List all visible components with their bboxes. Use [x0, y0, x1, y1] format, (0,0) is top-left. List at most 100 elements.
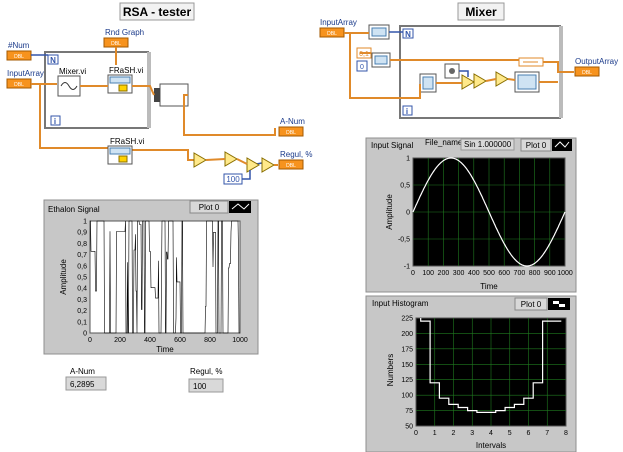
input-histogram-x-tick-label: 8: [564, 430, 568, 437]
wires-orange: [31, 47, 276, 161]
input-histogram-x-tick-label: 0: [414, 430, 418, 437]
output-array-label: OutputArray: [575, 57, 618, 66]
mixer-add-node[interactable]: [473, 73, 487, 89]
svg-text:100: 100: [226, 175, 240, 184]
ethalon-y-tick-label: 1: [83, 219, 87, 226]
ethalon-y-tick-label: 0,6: [77, 263, 87, 270]
svg-text:Plot 0: Plot 0: [526, 141, 547, 150]
input-signal-y-tick-label: 0: [406, 210, 410, 217]
subtract-node[interactable]: [193, 152, 207, 168]
mixer-vi-label: Mixer.vi: [59, 67, 86, 76]
input-signal-y-tick-label: 1: [406, 156, 410, 163]
ethalon-y-tick-label: 0,8: [77, 241, 87, 248]
input-histogram-y-tick-label: 175: [401, 346, 413, 353]
ethalon-title: Ethalon Signal: [48, 205, 100, 214]
ethalon-x-tick-label: 1000: [232, 337, 248, 344]
svg-text:N: N: [405, 30, 411, 39]
rsa-tester-diagram: RSA - tester #Num DBL InputArray DBL Rnd…: [6, 2, 312, 185]
round-node[interactable]: [261, 157, 275, 173]
ethalon-xlabel: Time: [156, 345, 174, 354]
ethalon-y-tick-label: 0: [83, 331, 87, 338]
input-histogram-y-tick-label: 100: [401, 393, 413, 400]
svg-text:DBL: DBL: [14, 54, 24, 60]
labview-canvas: RSA - tester #Num DBL InputArray DBL Rnd…: [6, 2, 618, 452]
input-signal-x-tick-label: 500: [483, 270, 495, 277]
num-label: #Num: [8, 41, 30, 50]
ethalon-signal-graph[interactable]: Ethalon Signal Plot 0 1 0,9 0,8 0,7 0,6 0,5 0,…: [43, 199, 259, 355]
input-histogram-y-tick-label: 75: [405, 408, 413, 415]
input-signal-x-tick-label: 800: [529, 270, 541, 277]
ethalon-y-tick-label: 0,4: [77, 286, 87, 293]
input-signal-x-tick-label: 600: [498, 270, 510, 277]
mixer-title: Mixer: [465, 5, 497, 19]
regul-diagram-label: Regul, %: [280, 150, 312, 159]
ethalon-x-tick-label: 400: [144, 337, 156, 344]
a-num-diagram-label: A-Num: [280, 117, 305, 126]
svg-text:i: i: [54, 117, 56, 126]
frash-vi-label: FRaSH.vi: [109, 66, 143, 75]
ethalon-y-tick-label: 0,7: [77, 252, 87, 259]
frash-vi-2-label: FRaSH.vi: [110, 137, 144, 146]
input-signal-x-tick-label: 1000: [557, 270, 573, 277]
svg-text:Plot 0: Plot 0: [521, 300, 542, 309]
mixer-compare-node[interactable]: [495, 71, 509, 87]
rnd-graph-label: Rnd Graph: [105, 28, 144, 37]
ethalon-y-tick-label: 0,2: [77, 308, 87, 315]
ethalon-ylabel: Amplitude: [59, 259, 68, 295]
svg-text:DBL: DBL: [286, 163, 296, 169]
input-signal-x-tick-label: 400: [468, 270, 480, 277]
input-histogram-y-tick-label: 125: [401, 377, 413, 384]
svg-text:DBL: DBL: [111, 41, 121, 47]
input-signal-ylabel: Amplitude: [385, 194, 394, 230]
multiply-node[interactable]: [246, 157, 260, 173]
svg-text:0: 0: [360, 64, 364, 71]
mixer-input-array-label: InputArray: [320, 18, 357, 27]
input-array-label: InputArray: [7, 69, 44, 78]
input-signal-y-tick-label: 0,5: [400, 183, 410, 190]
mixer-multiply-node[interactable]: [461, 74, 475, 90]
svg-text:Plot 0: Plot 0: [199, 203, 220, 212]
regul-value: 100: [193, 382, 207, 391]
input-signal-x-tick-label: 300: [453, 270, 465, 277]
input-signal-x-tick-label: 700: [514, 270, 526, 277]
ethalon-x-tick-label: 600: [174, 337, 186, 344]
input-histogram-x-tick-label: 2: [452, 430, 456, 437]
input-histogram-graph[interactable]: Input Histogram Plot 0 22520017515012510…: [365, 295, 577, 452]
input-histogram-y-tick-label: 200: [401, 331, 413, 338]
input-signal-legend-swatch[interactable]: [552, 139, 572, 151]
regul-label: Regul, %: [190, 367, 222, 376]
ethalon-y-tick-label: 0,3: [77, 297, 87, 304]
input-histogram-x-tick-label: 5: [508, 430, 512, 437]
svg-text:N: N: [50, 56, 56, 65]
input-histogram-y-tick-label: 50: [405, 424, 413, 431]
input-signal-graph[interactable]: Input Signal File_name Sin 1.000000 Plot…: [365, 137, 577, 293]
input-histogram-y-tick-label: 225: [401, 316, 413, 323]
input-histogram-x-tick-label: 6: [527, 430, 531, 437]
for-loop-edge: [147, 52, 151, 128]
input-histogram-x-tick-label: 1: [433, 430, 437, 437]
ethalon-y-tick-label: 0,1: [77, 319, 87, 326]
input-signal-x-tick-label: 0: [411, 270, 415, 277]
input-signal-x-tick-label: 100: [422, 270, 434, 277]
input-signal-y-tick-label: -1: [404, 264, 410, 271]
input-histogram-xlabel: Intervals: [476, 441, 506, 450]
input-signal-y-tick-label: -0,5: [398, 237, 410, 244]
ethalon-legend-swatch[interactable]: [229, 201, 251, 213]
svg-text:DBL: DBL: [14, 82, 24, 88]
ethalon-x-tick-label: 800: [204, 337, 216, 344]
input-signal-x-tick-label: 900: [544, 270, 556, 277]
ethalon-y-ticks: 1 0,9 0,8 0,7 0,6 0,5 0,4 0,3 0,2 0,1 0: [77, 219, 87, 338]
input-histogram-x-tick-label: 3: [470, 430, 474, 437]
file-name-value: Sin 1.000000: [464, 140, 512, 149]
input-signal-x-tick-label: 200: [438, 270, 450, 277]
rsa-title: RSA - tester: [123, 5, 192, 19]
divide-node[interactable]: [224, 151, 238, 167]
a-num-value: 6,2895: [70, 380, 95, 389]
mixer-diagram: Mixer InputArray DBL 0,1 0 N i OutputArr…: [319, 2, 618, 119]
input-histogram-ylabel: Numbers: [386, 354, 395, 386]
input-signal-title: Input Signal: [371, 141, 413, 150]
svg-text:i: i: [406, 107, 408, 116]
ethalon-x-tick-label: 0: [88, 337, 92, 344]
svg-text:DBL: DBL: [286, 130, 296, 136]
ethalon-x-tick-label: 200: [114, 337, 126, 344]
